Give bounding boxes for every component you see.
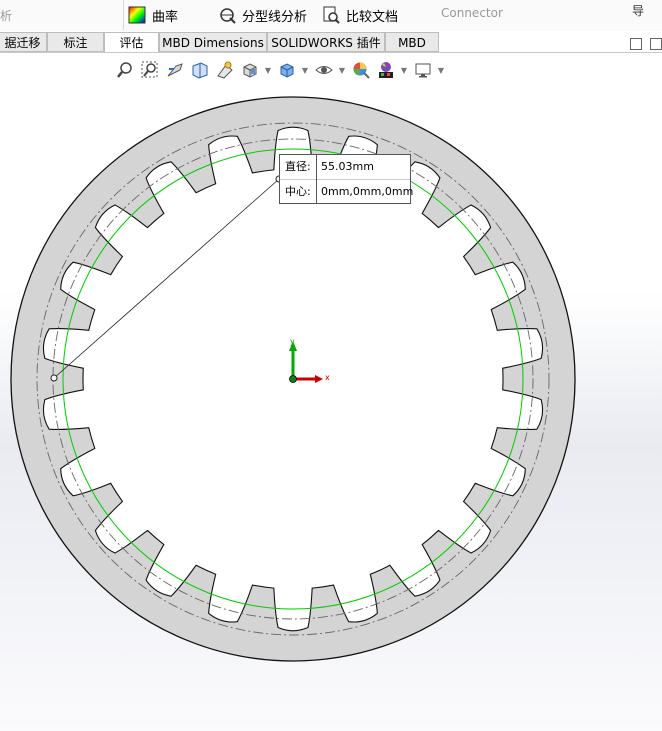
previous-view-icon — [167, 63, 183, 77]
tab-evaluate[interactable]: 评估 — [104, 32, 159, 52]
zoom-to-fit-icon — [117, 62, 132, 78]
display-style-button[interactable] — [276, 60, 298, 80]
tab-mbd-dimensions[interactable]: MBD Dimensions — [159, 32, 267, 52]
center-label: 中心: — [285, 185, 311, 198]
apply-scene-dropdown[interactable]: ▼ — [400, 60, 408, 80]
curvature-button[interactable]: 曲率 — [128, 4, 178, 26]
display-style-icon — [280, 63, 294, 78]
previous-view-button[interactable] — [164, 60, 186, 80]
command-manager-ribbon: 析 曲率 分型线分析 比较文档 Connector 导 — [0, 0, 662, 32]
ribbon-divider — [123, 0, 124, 30]
view-settings-dropdown[interactable]: ▼ — [437, 60, 445, 80]
curvature-label: 曲率 — [152, 9, 179, 25]
ribbon-right-fragment: 导 — [632, 4, 645, 18]
dynamic-annotation-icon — [217, 61, 233, 79]
callout-diameter-row: 直径: 55.03mm — [280, 155, 410, 179]
compare-documents-label: 比较文档 — [346, 9, 399, 25]
collapse-panel-icon[interactable] — [630, 38, 642, 50]
center-value: 0mm,0mm,0mm — [321, 185, 414, 198]
zoom-to-fit-button[interactable] — [114, 60, 136, 80]
view-settings-icon — [415, 63, 431, 78]
edit-appearance-icon — [353, 62, 370, 79]
tab-annotate[interactable]: 标注 — [47, 32, 104, 52]
ribbon-left-fragment: 析 — [0, 8, 13, 23]
triad-y-label: y — [290, 337, 295, 346]
zoom-area-icon — [141, 61, 158, 78]
parting-line-icon — [218, 6, 236, 24]
parting-line-label: 分型线分析 — [242, 9, 308, 25]
restore-panel-icon[interactable] — [650, 38, 662, 50]
connector-button[interactable]: Connector — [441, 2, 503, 24]
heads-up-view-toolbar: ▼ ▼ ▼ ▼ ▼ — [114, 59, 449, 81]
section-view-button[interactable] — [189, 60, 211, 80]
hide-show-items-icon — [315, 66, 333, 74]
compare-documents-button[interactable]: 比较文档 — [322, 4, 398, 26]
diameter-label: 直径: — [285, 160, 311, 173]
view-settings-button[interactable] — [412, 60, 434, 80]
hide-show-items-button[interactable] — [313, 60, 335, 80]
tab-solidworks-addins[interactable]: SOLIDWORKS 插件 — [267, 32, 385, 52]
hide-show-dropdown[interactable]: ▼ — [338, 60, 346, 80]
tab-mbd[interactable]: MBD — [385, 32, 439, 52]
edit-appearance-button[interactable] — [350, 60, 372, 80]
section-view-icon — [192, 62, 208, 79]
tab-data-migration[interactable]: 据迁移 — [0, 32, 47, 52]
zoom-area-button[interactable] — [139, 60, 161, 80]
view-orientation-icon — [243, 63, 257, 78]
curvature-icon — [128, 6, 146, 24]
command-manager-tabs: 据迁移 标注 评估 MBD Dimensions SOLIDWORKS 插件 M… — [0, 31, 662, 53]
callout-column-divider — [316, 155, 317, 203]
diameter-value: 55.03mm — [321, 160, 374, 173]
parting-line-analysis-button[interactable]: 分型线分析 — [218, 4, 307, 26]
compare-documents-icon — [322, 6, 340, 24]
panel-controls — [630, 38, 662, 50]
view-orientation-dropdown[interactable]: ▼ — [264, 60, 272, 80]
display-style-dropdown[interactable]: ▼ — [301, 60, 309, 80]
apply-scene-button[interactable] — [375, 60, 397, 80]
dynamic-annotation-button[interactable] — [214, 60, 236, 80]
view-orientation-button[interactable] — [239, 60, 261, 80]
apply-scene-icon — [379, 62, 393, 78]
triad-x-label: x — [325, 373, 330, 382]
callout-center-row: 中心: 0mm,0mm,0mm — [280, 180, 414, 204]
measure-callout[interactable]: 直径: 55.03mm 中心: 0mm,0mm,0mm — [279, 154, 414, 204]
